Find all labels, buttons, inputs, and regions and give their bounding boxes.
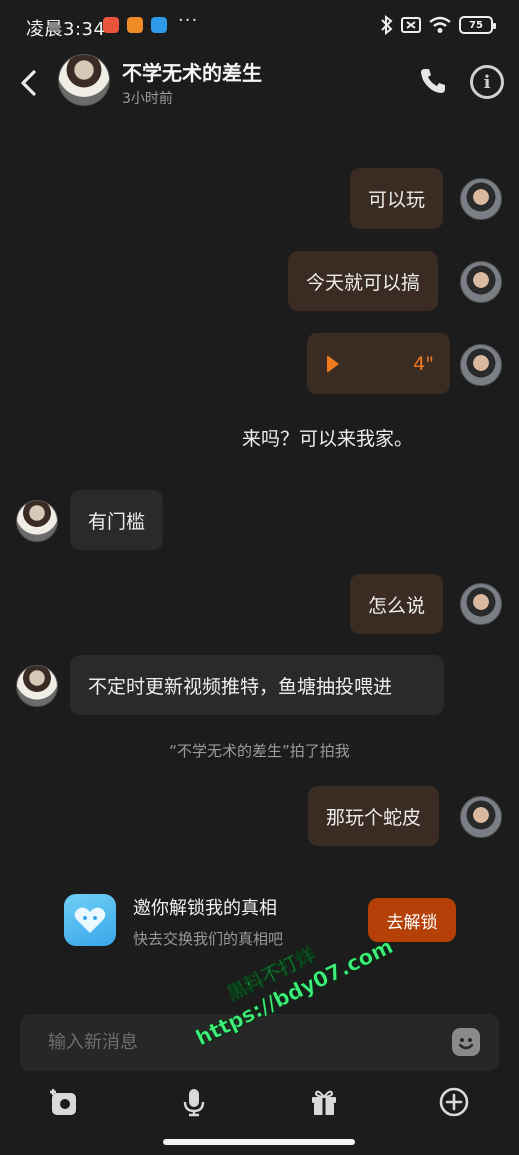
message-text-mine[interactable]: 来吗？可以来我家。 — [242, 424, 413, 451]
message-bubble-mine[interactable]: 可以玩 — [350, 168, 444, 229]
voice-play-icon[interactable] — [327, 354, 339, 373]
chat-header: 不学无术的差生 3小时前 i — [0, 52, 519, 112]
unlock-card-title: 邀你解锁我的真相 — [133, 898, 277, 919]
phone-call-icon[interactable] — [418, 66, 448, 96]
gift-icon[interactable] — [308, 1086, 340, 1118]
message-input[interactable] — [20, 1014, 440, 1071]
voice-message-bubble[interactable]: 4" — [307, 333, 450, 394]
info-icon[interactable]: i — [470, 65, 504, 99]
unlock-button[interactable]: 去解锁 — [368, 898, 456, 942]
more-notifications-icon: ··· — [178, 10, 199, 31]
my-avatar[interactable] — [460, 344, 502, 386]
my-avatar[interactable] — [460, 178, 502, 220]
emoji-icon[interactable] — [452, 1028, 480, 1056]
battery-level: 75 — [469, 19, 483, 31]
message-bubble-theirs[interactable]: 不定时更新视频推特，鱼塘抽投喂进 — [70, 655, 444, 715]
wifi-icon — [429, 16, 451, 33]
microphone-icon[interactable] — [178, 1086, 210, 1118]
message-composer — [20, 1014, 499, 1071]
no-sim-icon — [401, 17, 421, 33]
contact-avatar[interactable] — [58, 54, 110, 106]
voice-duration: 4" — [413, 352, 434, 375]
home-indicator[interactable] — [163, 1139, 355, 1145]
pat-notification: “不学无术的差生”拍了拍我 — [169, 742, 350, 760]
unlock-card-subtitle: 快去交换我们的真相吧 — [133, 930, 284, 948]
status-bar: 凌晨3:34 ··· 75 — [0, 0, 519, 52]
contact-avatar-small[interactable] — [16, 500, 58, 542]
my-avatar[interactable] — [460, 583, 502, 625]
my-avatar[interactable] — [460, 261, 502, 303]
heart-bunny-icon — [64, 894, 116, 946]
contact-name[interactable]: 不学无术的差生 — [122, 57, 262, 86]
contact-avatar-small[interactable] — [16, 665, 58, 707]
message-bubble-mine[interactable]: 怎么说 — [350, 574, 444, 634]
image-picker-icon[interactable] — [48, 1086, 80, 1118]
status-time: 凌晨3:34 — [26, 19, 106, 40]
message-bubble-mine[interactable]: 今天就可以搞 — [288, 251, 439, 311]
cloud-app-icon — [151, 17, 167, 33]
back-arrow-icon[interactable] — [14, 66, 44, 100]
status-indicators: 75 — [380, 14, 496, 36]
battery-icon: 75 — [459, 16, 496, 34]
fox-app-icon — [127, 17, 143, 33]
my-avatar[interactable] — [460, 796, 502, 838]
message-bubble-mine[interactable]: 那玩个蛇皮 — [308, 786, 440, 846]
unlock-truth-card[interactable]: 邀你解锁我的真相 快去交换我们的真相吧 去解锁 — [50, 872, 474, 968]
bluetooth-icon — [381, 15, 393, 35]
notification-app-icon — [103, 17, 119, 33]
last-active-time: 3小时前 — [122, 91, 173, 107]
add-more-icon[interactable] — [438, 1086, 470, 1118]
message-bubble-theirs[interactable]: 有门槛 — [70, 490, 164, 550]
